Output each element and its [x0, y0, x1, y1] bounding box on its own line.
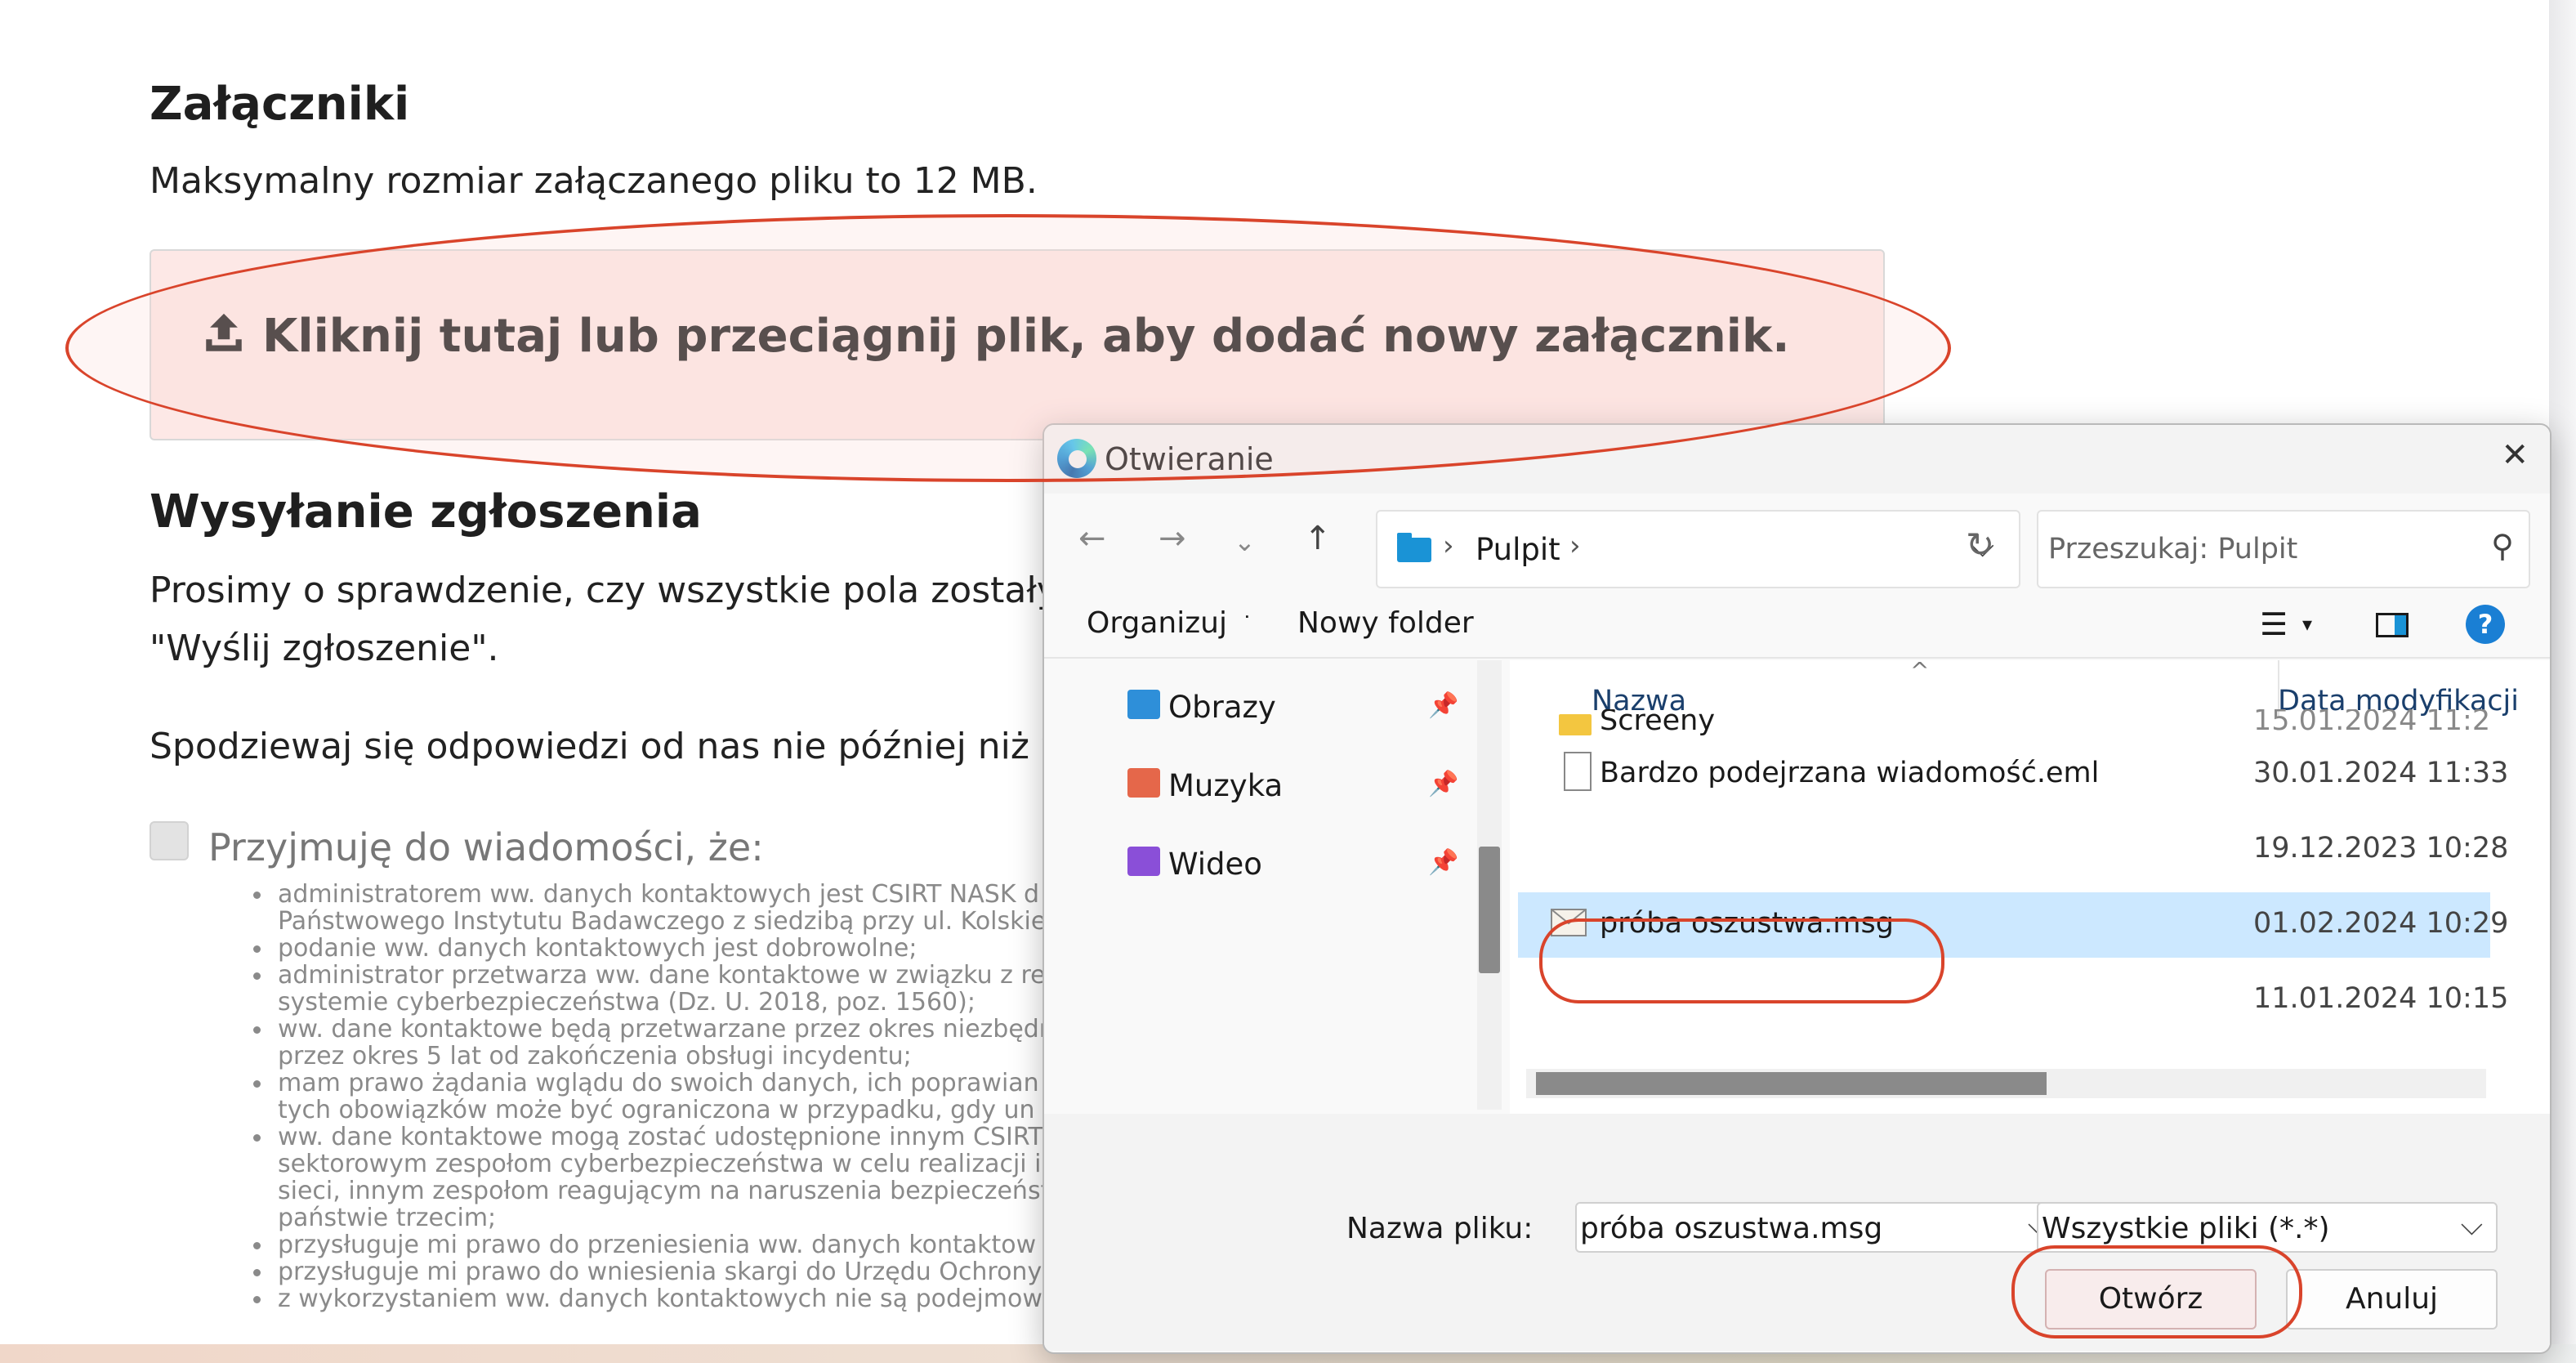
dialog-footer: Nazwa pliku: próba oszustwa.msg ⌵ Wszyst…	[1044, 1114, 2550, 1351]
nav-scrollbar[interactable]	[1477, 660, 1502, 1110]
submit-heading: Wysyłanie zgłoszenia	[150, 485, 702, 538]
new-folder-button[interactable]: Nowy folder	[1297, 606, 1474, 640]
response-time-text: Spodziewaj się odpowiedzi od nas nie póź…	[150, 726, 1070, 767]
submit-instructions-line1: Prosimy o sprawdzenie, czy wszystkie pol…	[150, 570, 1099, 611]
window-edge	[2549, 0, 2576, 1363]
desktop-folder-icon	[1397, 533, 1431, 562]
view-dropdown-icon[interactable]: ▾	[2302, 613, 2312, 636]
search-placeholder: Przeszukaj: Pulpit	[2048, 533, 2298, 565]
organize-button[interactable]: Organizuj ˙	[1087, 606, 1252, 640]
filename-label: Nazwa pliku:	[1346, 1212, 1534, 1245]
list-item: administratorem ww. danych kontaktowych …	[252, 881, 1055, 908]
list-item: sektorowym zespołom cyberbezpieczeństwa …	[278, 1150, 1056, 1178]
pin-icon: 📌	[1428, 691, 1459, 720]
nav-item-music[interactable]: Muzyka	[1168, 768, 1283, 803]
sort-ascending-icon: ^	[1910, 657, 1930, 684]
search-input[interactable]: Przeszukaj: Pulpit ⚲	[2037, 510, 2530, 588]
cancel-button[interactable]: Anuluj	[2286, 1269, 2498, 1329]
folder-icon	[1559, 714, 1592, 735]
file-type-value: Wszystkie pliki (*.*)	[2042, 1212, 2330, 1245]
navigation-pane: Obrazy 📌 Muzyka 📌 Wideo 📌	[1044, 660, 1504, 1110]
up-arrow-icon[interactable]: ↑	[1304, 520, 1332, 557]
file-row[interactable]: 19.12.2023 10:28	[1518, 817, 2508, 883]
filename-value: próba oszustwa.msg	[1580, 1212, 1883, 1245]
highlight-dropzone-annotation	[65, 214, 1951, 482]
nav-item-pictures[interactable]: Obrazy	[1168, 690, 1276, 725]
list-item: mam prawo żądania wglądu do swoich danyc…	[252, 1070, 1055, 1097]
file-type-dropdown-chevron-icon: ⌵	[2460, 1209, 2483, 1242]
file-date: 01.02.2024 10:29	[2253, 907, 2509, 940]
list-item: przez okres 5 lat od zakończenia obsługi…	[278, 1042, 912, 1070]
list-item: sieci, innym zespołom reagującym na naru…	[278, 1177, 1051, 1205]
file-list: ^ Nazwa Data modyfikacji Screeny 15.01.2…	[1510, 657, 2550, 1114]
list-item: ww. dane kontaktowe będą przetwarzane pr…	[252, 1015, 1055, 1043]
help-icon[interactable]: ?	[2466, 605, 2505, 644]
filename-field[interactable]: próba oszustwa.msg ⌵	[1575, 1202, 2065, 1253]
preview-pane-icon[interactable]	[2376, 613, 2409, 637]
file-row[interactable]: Bardzo podejrzana wiadomość.eml 30.01.20…	[1518, 742, 2508, 807]
list-item: systemie cyberbezpieczeństwa (Dz. U. 201…	[278, 988, 975, 1017]
horizontal-scrollbar-thumb[interactable]	[1536, 1072, 2047, 1095]
file-date: 30.01.2024 11:33	[2253, 757, 2509, 789]
list-item: Państwowego Instytutu Badawczego z siedz…	[278, 907, 1047, 936]
nav-scrollbar-thumb[interactable]	[1479, 847, 1500, 973]
forward-arrow-icon[interactable]: →	[1159, 520, 1186, 557]
list-item: tych obowiązków może być ograniczona w p…	[278, 1096, 1035, 1124]
pin-icon: 📌	[1428, 848, 1459, 877]
close-icon[interactable]: ✕	[2501, 436, 2529, 474]
consent-bullet-list: administratorem ww. danych kontaktowych …	[252, 881, 1056, 1312]
consent-label: Przyjmuję do wiadomości, że:	[208, 825, 764, 869]
nav-item-videos[interactable]: Wideo	[1168, 847, 1262, 882]
open-file-dialog: Otwieranie ✕ ← → ⌄ ↑ › Pulpit › ⌵ ↻ Prze…	[1042, 423, 2551, 1354]
highlight-open-button-annotation	[2011, 1245, 2302, 1338]
recent-locations-chevron-icon[interactable]: ⌄	[1234, 526, 1256, 557]
attachments-heading: Załączniki	[150, 78, 410, 131]
organize-label: Organizuj	[1087, 606, 1227, 640]
consent-checkbox[interactable]	[150, 821, 189, 860]
refresh-icon[interactable]: ↻	[1966, 525, 1994, 565]
music-icon	[1127, 768, 1160, 798]
list-item: państwie trzecim;	[278, 1204, 497, 1232]
breadcrumb-desktop[interactable]: Pulpit	[1476, 532, 1560, 567]
view-options-icon[interactable]: ☰	[2260, 606, 2288, 642]
organize-dropdown-icon: ˙	[1241, 611, 1253, 638]
address-bar[interactable]: › Pulpit › ⌵	[1376, 510, 2020, 588]
navigation-bar: ← → ⌄ ↑ › Pulpit › ⌵ ↻ Przeszukaj: Pulpi…	[1044, 494, 2550, 588]
submit-instructions-line2: "Wyślij zgłoszenie".	[150, 628, 499, 669]
list-item: administrator przetwarza ww. dane kontak…	[252, 962, 1055, 989]
max-size-text: Maksymalny rozmiar załączanego pliku to …	[150, 160, 1038, 202]
document-icon	[1564, 752, 1592, 791]
list-item: przysługuje mi prawo do przeniesienia ww…	[252, 1231, 1055, 1258]
highlight-file-annotation	[1539, 918, 1944, 1003]
horizontal-scrollbar[interactable]	[1526, 1069, 2486, 1098]
pictures-icon	[1127, 690, 1160, 719]
list-item: podanie ww. danych kontaktowych jest dob…	[252, 935, 1055, 962]
file-row[interactable]: Screeny 15.01.2024 11:29	[1518, 709, 2490, 742]
file-name: Bardzo podejrzana wiadomość.eml	[1600, 757, 2100, 789]
list-item: ww. dane kontaktowe mogą zostać udostępn…	[252, 1124, 1055, 1151]
breadcrumb-separator-icon[interactable]: ›	[1569, 530, 1581, 562]
list-item: z wykorzystaniem ww. danych kontaktowych…	[252, 1285, 1055, 1312]
list-item: przysługuje mi prawo do wniesienia skarg…	[252, 1258, 1055, 1285]
pin-icon: 📌	[1428, 770, 1459, 798]
video-icon	[1127, 847, 1160, 876]
back-arrow-icon[interactable]: ←	[1078, 520, 1106, 557]
file-date: 11.01.2024 10:15	[2253, 982, 2509, 1015]
breadcrumb-separator-icon: ›	[1443, 530, 1454, 562]
file-name: Screeny	[1600, 709, 1716, 737]
file-date: 15.01.2024 11:29	[2253, 709, 2490, 737]
file-date: 19.12.2023 10:28	[2253, 832, 2509, 865]
search-icon: ⚲	[2491, 528, 2514, 564]
command-bar: Organizuj ˙ Nowy folder ☰ ▾ ?	[1044, 588, 2550, 659]
